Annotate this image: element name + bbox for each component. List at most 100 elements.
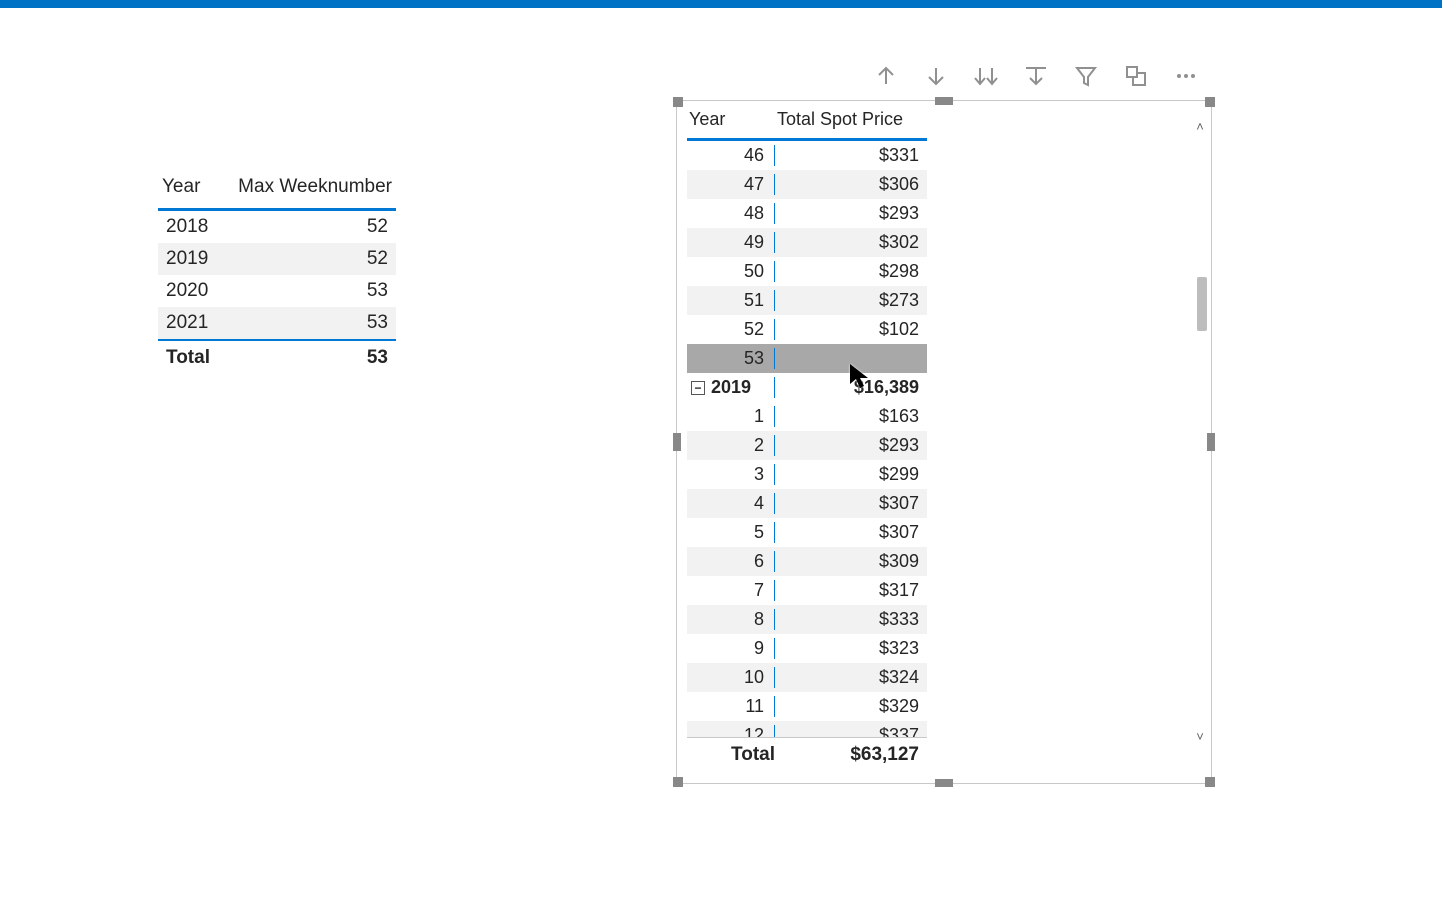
matrix-row[interactable]: 51$273 <box>687 286 927 315</box>
row-label: 8 <box>687 609 775 630</box>
row-label: 46 <box>687 145 775 166</box>
row-label: 53 <box>687 348 775 369</box>
row-value: $302 <box>775 232 927 253</box>
matrix-row[interactable]: 11$329 <box>687 692 927 721</box>
resize-handle-bl[interactable] <box>673 777 683 787</box>
resize-handle-tr[interactable] <box>1205 97 1215 107</box>
matrix-table: Year Total Spot Price 46$33147$30648$293… <box>687 105 927 772</box>
row-value: $293 <box>775 203 927 224</box>
drill-down-icon[interactable] <box>920 60 952 92</box>
matrix-row[interactable]: 48$293 <box>687 199 927 228</box>
matrix-row[interactable]: 49$302 <box>687 228 927 257</box>
row-label: 9 <box>687 638 775 659</box>
matrix-row[interactable]: 2$293 <box>687 431 927 460</box>
matrix-row[interactable]: 47$306 <box>687 170 927 199</box>
row-value: $299 <box>775 464 927 485</box>
row-value: $309 <box>775 551 927 572</box>
table-row[interactable]: 201952 <box>158 243 396 275</box>
focus-mode-icon[interactable] <box>1120 60 1152 92</box>
row-value: $329 <box>775 696 927 717</box>
row-value: $306 <box>775 174 927 195</box>
row-value: $102 <box>775 319 927 340</box>
visual-toolbar <box>870 56 1202 96</box>
row-label: 6 <box>687 551 775 572</box>
scroll-thumb[interactable] <box>1197 277 1207 331</box>
matrix-row[interactable]: 52$102 <box>687 315 927 344</box>
row-value: $324 <box>775 667 927 688</box>
row-value: $273 <box>775 290 927 311</box>
matrix-row[interactable]: 7$317 <box>687 576 927 605</box>
row-label: 47 <box>687 174 775 195</box>
matrix-row[interactable]: 12$337 <box>687 721 927 737</box>
cell-value: 53 <box>222 275 396 307</box>
table-row[interactable]: 202153 <box>158 307 396 340</box>
row-label: 52 <box>687 319 775 340</box>
cell-value: 52 <box>222 243 396 275</box>
row-value: $16,389 <box>775 377 927 398</box>
row-value: $337 <box>775 725 927 737</box>
col-header-max-weeknumber[interactable]: Max Weeknumber <box>222 170 396 210</box>
drill-up-icon[interactable] <box>870 60 902 92</box>
resize-handle-right[interactable] <box>1207 433 1215 451</box>
scroll-down-button[interactable]: ˅ <box>1193 729 1207 743</box>
resize-handle-br[interactable] <box>1205 777 1215 787</box>
total-label: Total <box>687 744 785 766</box>
matrix-row[interactable]: 6$309 <box>687 547 927 576</box>
row-value: $163 <box>775 406 927 427</box>
row-label: 5 <box>687 522 775 543</box>
matrix-row[interactable]: 8$333 <box>687 605 927 634</box>
matrix-header-row: Year Total Spot Price <box>687 105 927 141</box>
row-value: $323 <box>775 638 927 659</box>
row-label: 12 <box>687 725 775 737</box>
total-value: 53 <box>222 340 396 375</box>
total-value: $63,127 <box>785 744 927 766</box>
filter-icon[interactable] <box>1070 60 1102 92</box>
expand-all-icon[interactable] <box>970 60 1002 92</box>
drill-mode-icon[interactable] <box>1020 60 1052 92</box>
matrix-row[interactable]: 3$299 <box>687 460 927 489</box>
row-label: 3 <box>687 464 775 485</box>
resize-handle-tl[interactable] <box>673 97 683 107</box>
scroll-up-button[interactable]: ˄ <box>1193 119 1207 133</box>
row-value: $331 <box>775 145 927 166</box>
matrix-row[interactable]: 9$323 <box>687 634 927 663</box>
matrix-visual-right[interactable]: ˄ ˅ Year Total Spot Price 46$33147$30648… <box>676 56 1212 794</box>
table-visual-left[interactable]: Year Max Weeknumber 20185220195220205320… <box>158 170 396 375</box>
row-value: $307 <box>775 493 927 514</box>
row-value: $298 <box>775 261 927 282</box>
row-label: 49 <box>687 232 775 253</box>
table-total-row: Total 53 <box>158 340 396 375</box>
visual-selection-frame[interactable]: ˄ ˅ Year Total Spot Price 46$33147$30648… <box>676 100 1212 784</box>
table-header-row: Year Max Weeknumber <box>158 170 396 210</box>
cell-year: 2020 <box>158 275 222 307</box>
resize-handle-top[interactable] <box>935 97 953 105</box>
row-value: $317 <box>775 580 927 601</box>
matrix-row[interactable]: 10$324 <box>687 663 927 692</box>
row-label: 11 <box>687 696 775 717</box>
matrix-row[interactable]: 4$307 <box>687 489 927 518</box>
cell-value: 52 <box>222 210 396 244</box>
row-label: 7 <box>687 580 775 601</box>
matrix-row[interactable]: 53 <box>687 344 927 373</box>
col-header-year[interactable]: Year <box>158 170 222 210</box>
row-label: 50 <box>687 261 775 282</box>
col-header-year[interactable]: Year <box>687 109 777 130</box>
more-options-icon[interactable] <box>1170 60 1202 92</box>
resize-handle-bottom[interactable] <box>935 779 953 787</box>
cell-year: 2021 <box>158 307 222 340</box>
matrix-row[interactable]: 5$307 <box>687 518 927 547</box>
app-title-bar <box>0 0 1442 8</box>
row-value: $307 <box>775 522 927 543</box>
row-value: $333 <box>775 609 927 630</box>
row-label: 2 <box>687 435 775 456</box>
row-label: 10 <box>687 667 775 688</box>
col-header-total-spot-price[interactable]: Total Spot Price <box>777 109 927 130</box>
matrix-group-row[interactable]: −2019$16,389 <box>687 373 927 402</box>
resize-handle-left[interactable] <box>673 433 681 451</box>
table-row[interactable]: 201852 <box>158 210 396 244</box>
collapse-toggle-icon[interactable]: − <box>691 381 705 395</box>
matrix-row[interactable]: 46$331 <box>687 141 927 170</box>
matrix-row[interactable]: 1$163 <box>687 402 927 431</box>
table-row[interactable]: 202053 <box>158 275 396 307</box>
matrix-row[interactable]: 50$298 <box>687 257 927 286</box>
